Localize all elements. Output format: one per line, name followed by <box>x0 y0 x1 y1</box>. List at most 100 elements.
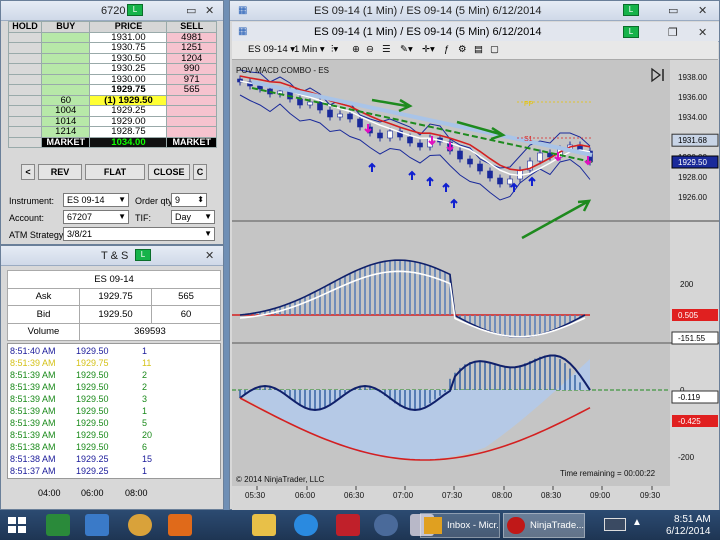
ladder-row[interactable]: 1931.00 4981 <box>7 31 217 43</box>
candle-body <box>377 132 383 139</box>
buy-market-button[interactable]: MARKET <box>41 136 91 148</box>
ladder-row[interactable]: 60 (1) 1929.50 <box>7 94 217 106</box>
account-select[interactable]: 67207 ▼ <box>63 210 129 224</box>
start-button[interactable] <box>6 515 28 535</box>
close-icon[interactable]: ✕ <box>698 4 707 17</box>
minimize-icon[interactable]: ▭ <box>668 4 678 17</box>
left-arrow-button[interactable]: < <box>21 164 35 180</box>
bid-label: Bid <box>7 305 80 324</box>
ts-trade-list[interactable]: 8:51:40 AM 1929.50 1 8:51:39 AM 1929.75 11 8:5… <box>7 343 221 479</box>
close-position-button[interactable]: CLOSE <box>148 164 190 180</box>
ts-trade-price: 1929.50 <box>76 406 109 416</box>
sell-header: SELL <box>166 21 217 33</box>
ladder-row[interactable]: 1014 1929.00 <box>7 115 217 127</box>
chart-area[interactable]: 1938.001936.001934.001932.001930.001928.… <box>232 60 719 510</box>
link-button[interactable]: L <box>135 249 151 261</box>
drawing-tools-icon[interactable]: ✎▾ <box>400 44 413 55</box>
ts-trade-row: 8:51:39 AM 1929.50 2 <box>8 382 218 393</box>
pinned-app-icon[interactable] <box>46 514 70 536</box>
strategies-icon[interactable]: ⚙ <box>458 44 467 55</box>
ladder-row[interactable]: 1930.00 971 <box>7 73 217 85</box>
tray-chevron-icon[interactable]: ▲ <box>632 517 642 528</box>
toolbar-instrument: ES 09-14 <box>248 44 288 55</box>
ts-trade-time: 8:51:38 AM <box>10 442 56 452</box>
ladder-row[interactable]: 1929.75 565 <box>7 84 217 96</box>
instrument-dropdown[interactable]: ES 09-14 ▾ <box>248 44 295 55</box>
chart-trader-icon[interactable]: ▤ <box>474 44 483 55</box>
crosshair-icon[interactable]: ✛▾ <box>422 44 435 55</box>
candle-body <box>257 85 263 90</box>
bar-type-icon[interactable]: ⫶▾ <box>331 44 338 55</box>
ts-trade-row: 8:51:37 AM 1929.25 1 <box>8 466 218 477</box>
ts-trade-time: 8:51:39 AM <box>10 430 56 440</box>
ladder-row[interactable]: 1930.75 1251 <box>7 42 217 54</box>
ts-trade-row: 8:51:38 AM 1929.25 15 <box>8 454 218 465</box>
remote-desktop-icon[interactable] <box>85 514 109 536</box>
candle-body <box>307 101 313 106</box>
tif-select[interactable]: Day ▼ <box>171 210 215 224</box>
network-app-icon[interactable] <box>374 514 398 536</box>
properties-icon[interactable]: ☰ <box>382 44 391 55</box>
file-explorer-icon[interactable] <box>252 514 276 536</box>
instrument-select[interactable]: ES 09-14 ▼ <box>63 193 129 207</box>
media-player-icon[interactable] <box>168 514 192 536</box>
ts-titlebar[interactable]: T & S L ✕ <box>1 246 223 266</box>
zoom-in-icon[interactable]: ⊕ <box>352 44 360 55</box>
copyright-label: © 2014 NinjaTrader, LLC <box>236 475 325 484</box>
sell-market-button[interactable]: MARKET <box>166 136 217 148</box>
candle-body <box>297 98 303 106</box>
ladder-row[interactable]: 1930.25 990 <box>7 63 217 75</box>
paint-icon[interactable] <box>128 514 152 536</box>
ts-trade-size: 2 <box>142 370 148 380</box>
chart-tab-title[interactable]: ES 09-14 (1 Min) / ES 09-14 (5 Min) 6/12… <box>314 26 541 38</box>
zoom-out-icon[interactable]: ⊖ <box>366 44 374 55</box>
keyboard-icon[interactable] <box>604 518 626 531</box>
internet-explorer-icon[interactable] <box>294 514 318 536</box>
ts-trade-row: 8:51:39 AM 1929.50 2 <box>8 370 218 381</box>
close-icon[interactable]: ✕ <box>698 26 707 39</box>
data-box-icon[interactable]: ▢ <box>490 44 499 55</box>
ladder-row[interactable]: 1930.50 1204 <box>7 52 217 64</box>
interval-dropdown[interactable]: 1 Min ▾ <box>294 44 325 55</box>
restore-icon[interactable]: ❐ <box>668 26 678 39</box>
ladder-row[interactable]: 1004 1929.25 <box>7 105 217 117</box>
market-row[interactable]: MARKET 1034.00 MARKET <box>7 136 217 148</box>
indicators-icon[interactable]: ƒ <box>444 44 449 55</box>
link-button[interactable]: L <box>623 26 639 38</box>
minimize-icon[interactable]: ▭ <box>186 4 196 17</box>
stepper-icon: ⬍ <box>197 195 204 204</box>
ts-trade-time: 8:51:40 AM <box>10 346 56 356</box>
buy-header: BUY <box>41 21 91 33</box>
chart-titlebar[interactable]: ▦ ES 09-14 (1 Min) / ES 09-14 (5 Min) 6/… <box>230 1 719 21</box>
candle-body <box>467 158 473 165</box>
atm-strategy-label: ATM Strategy: <box>9 230 66 240</box>
scroll-to-end-icon[interactable] <box>650 67 666 83</box>
x-axis-label: 09:30 <box>640 491 661 500</box>
ts-trade-price: 1929.50 <box>76 370 109 380</box>
order-qty-stepper[interactable]: 9 ⬍ <box>171 193 207 207</box>
candle-body <box>477 163 483 172</box>
reverse-button[interactable]: REV <box>38 164 82 180</box>
ts-axis-label: 06:00 <box>81 488 104 498</box>
candle-body <box>457 150 463 160</box>
c-button[interactable]: C <box>193 164 207 180</box>
ts-trade-size: 11 <box>142 358 152 368</box>
clock-time[interactable]: 8:51 AM <box>674 514 711 525</box>
atm-strategy-select[interactable]: 3/8/21 ▼ <box>63 227 215 241</box>
link-button[interactable]: L <box>623 4 639 16</box>
superdom-titlebar[interactable]: 6720 L ▭ ✕ <box>1 1 223 21</box>
clock-date[interactable]: 6/12/2014 <box>666 526 711 537</box>
close-icon[interactable]: ✕ <box>205 4 214 17</box>
flat-button[interactable]: FLAT <box>85 164 145 180</box>
osc-axis-label: -200 <box>678 453 695 462</box>
close-icon[interactable]: ✕ <box>205 249 214 262</box>
ts-trade-price: 1929.25 <box>76 466 109 476</box>
ninjatrader-app-icon <box>507 517 525 534</box>
ts-trade-time: 8:51:39 AM <box>10 394 56 404</box>
ts-trade-time: 8:51:39 AM <box>10 418 56 428</box>
antivirus-icon[interactable] <box>336 514 360 536</box>
ladder-row[interactable]: 1214 1928.75 <box>7 126 217 138</box>
link-button[interactable]: L <box>127 4 143 16</box>
last-price-display: 1034.00 <box>89 136 168 148</box>
price-ladder: HOLD BUY PRICE SELL 1931.00 4981 1930.75 1… <box>7 21 217 148</box>
